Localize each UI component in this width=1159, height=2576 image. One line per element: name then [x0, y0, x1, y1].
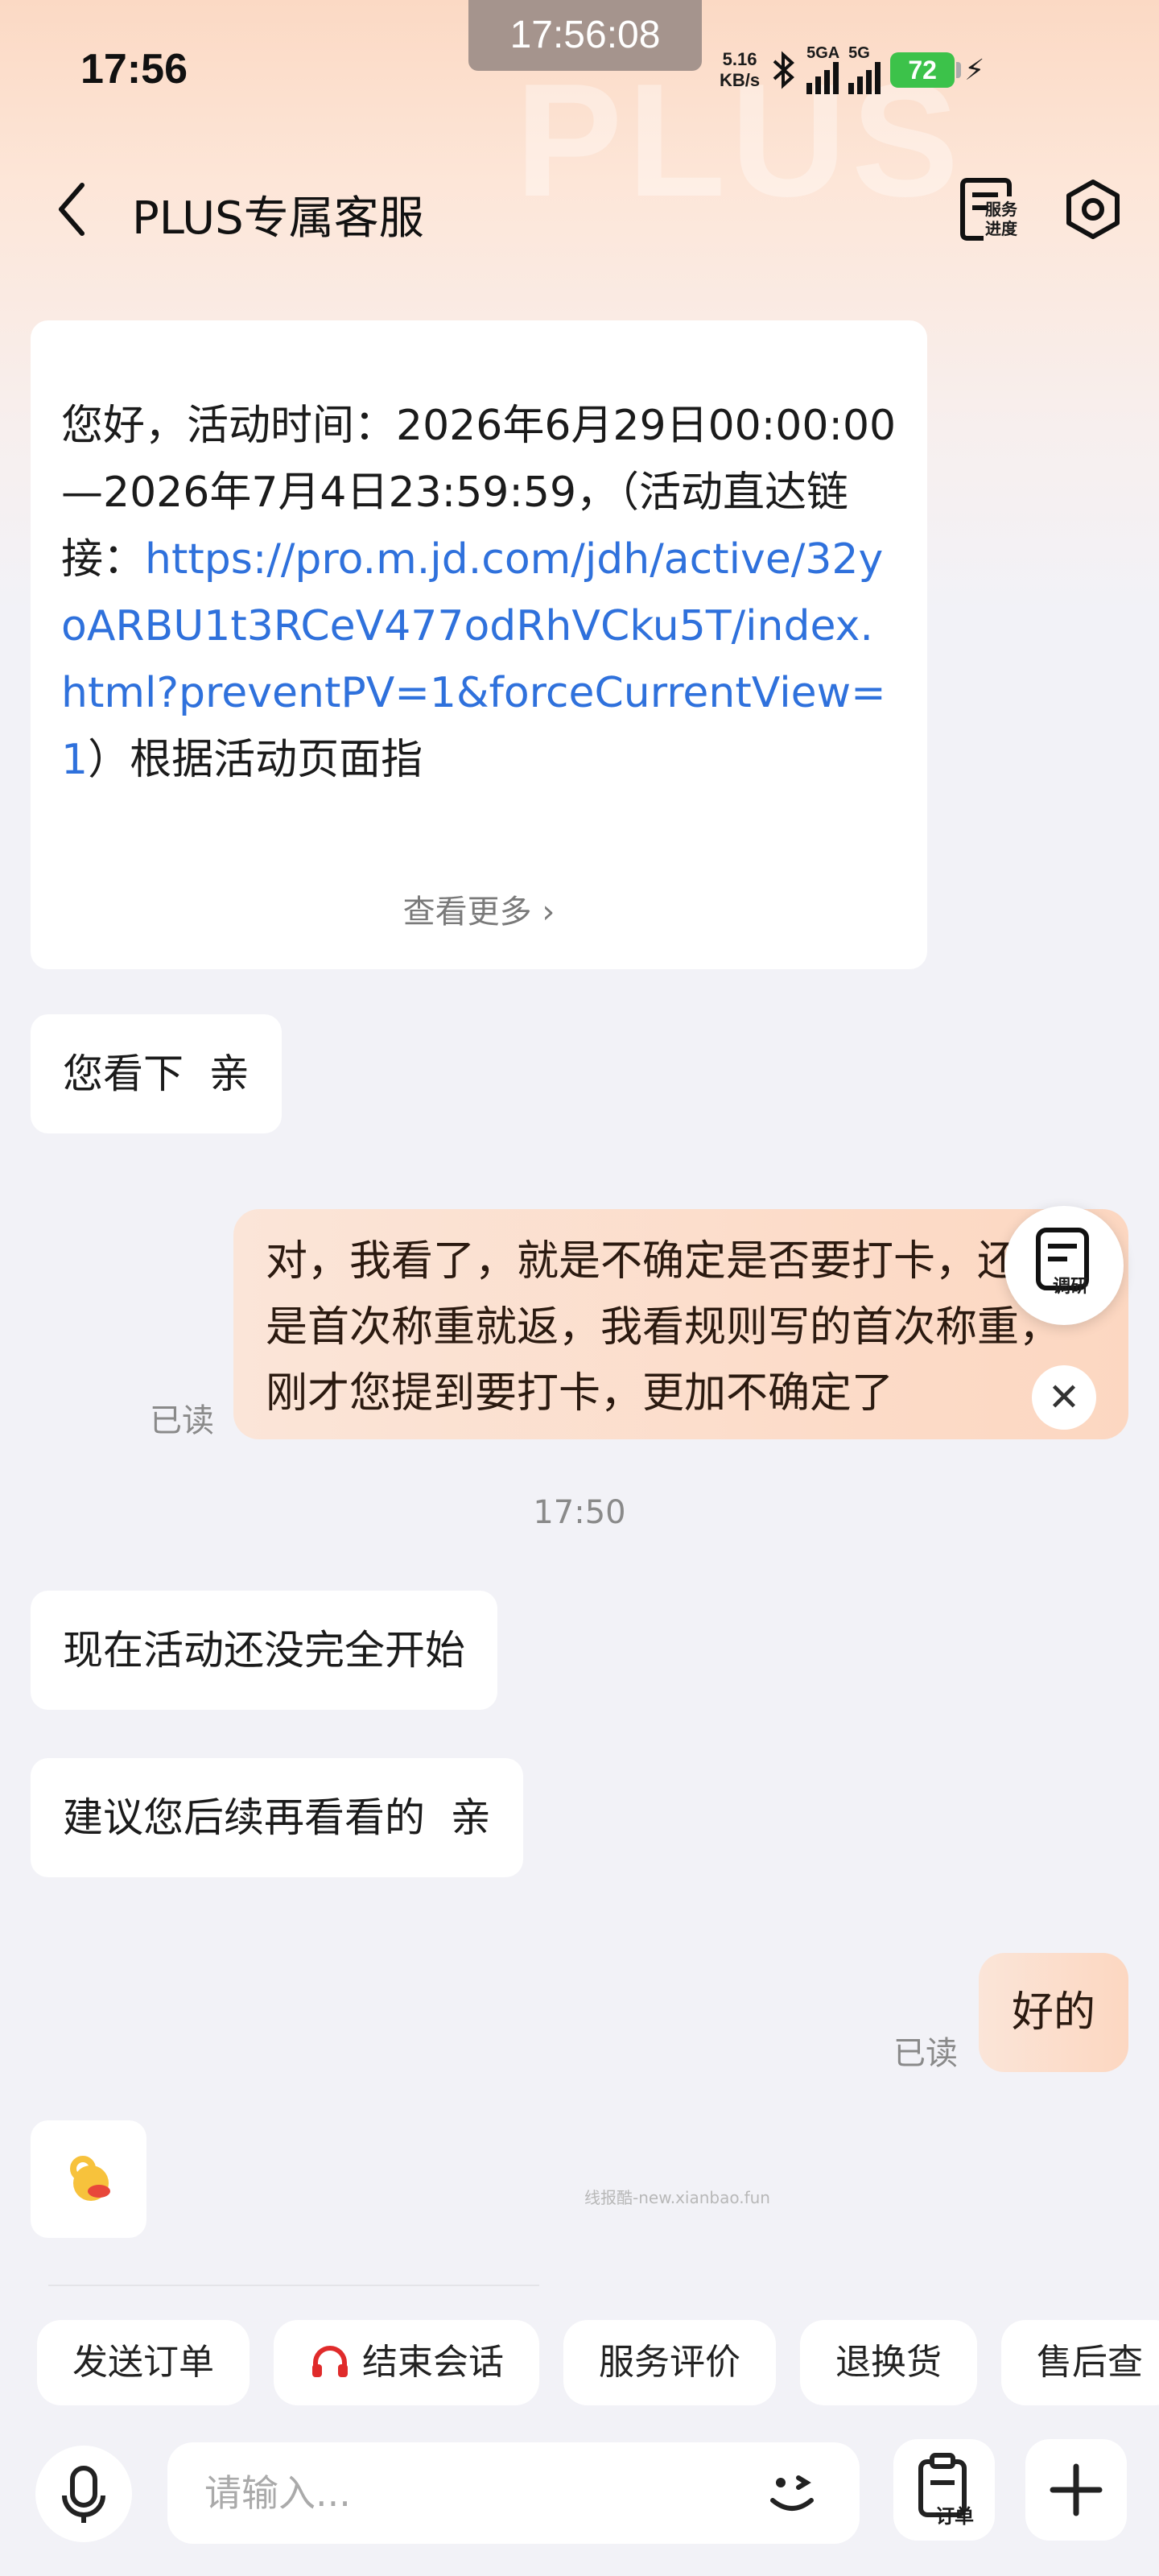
charging-icon: ⚡ [964, 53, 985, 87]
plus-icon [1050, 2463, 1103, 2516]
after-sales-chip[interactable]: 售后查 [1001, 2320, 1159, 2405]
headset-icon [312, 2346, 348, 2377]
quick-action-bar: 发送订单 结束会话 服务评价 退换货 售后查 [37, 2320, 1159, 2405]
survey-label: 调研 [1053, 1277, 1089, 1297]
message-input-box [167, 2442, 860, 2544]
service-rating-chip[interactable]: 服务评价 [563, 2320, 776, 2405]
incoming-message: 现在活动还没完全开始 [31, 1591, 497, 1710]
emoji-icon[interactable] [760, 2460, 824, 2524]
survey-button[interactable]: 调研 [1004, 1206, 1124, 1325]
divider [48, 2285, 539, 2286]
chip-label: 退换货 [835, 2342, 942, 2383]
chip-label: 服务评价 [599, 2342, 740, 2383]
return-exchange-chip[interactable]: 退换货 [800, 2320, 977, 2405]
time-separator: 17:50 [533, 1494, 626, 1531]
microphone-icon [62, 2466, 105, 2523]
message-text: 您看下 亲 [63, 1051, 250, 1097]
incoming-message: 建议您后续再看看的 亲 [31, 1758, 523, 1877]
read-receipt: 已读 [893, 2035, 958, 2072]
end-session-chip[interactable]: 结束会话 [274, 2320, 539, 2405]
settings-hexagon-icon[interactable] [1061, 177, 1125, 242]
outgoing-message: 对，我看了，就是不确定是否要打卡，还只是首次称重就返，我看规则写的首次称重，刚才… [233, 1209, 1128, 1439]
service-progress-label-line2: 进度 [985, 219, 1017, 238]
message-text: 对，我看了，就是不确定是否要打卡，还只是首次称重就返，我看规则写的首次称重，刚才… [266, 1237, 1062, 1418]
chevron-right-icon: › [542, 894, 555, 931]
see-more-wrap: 查看更多 › [31, 0, 927, 966]
see-more-button[interactable]: 查看更多 › [31, 886, 927, 932]
chip-label: 售后查 [1037, 2342, 1143, 2383]
service-progress-label: 服务 进度 [985, 200, 1017, 238]
close-icon: ✕ [1047, 1375, 1081, 1420]
order-label: 订单 [935, 2505, 974, 2528]
watermark-text: 线报酷-new.xianbao.fun [584, 2188, 770, 2207]
send-order-chip[interactable]: 发送订单 [37, 2320, 250, 2405]
service-progress-button[interactable]: 服务 进度 [956, 175, 1029, 243]
chip-label: 结束会话 [362, 2342, 504, 2383]
message-input[interactable] [204, 2442, 752, 2544]
service-progress-label-line1: 服务 [985, 200, 1017, 219]
read-receipt: 已读 [150, 1402, 214, 1439]
incoming-message: 您看下 亲 [31, 1014, 282, 1133]
message-text: 现在活动还没完全开始 [63, 1627, 465, 1674]
incoming-emoji-message [31, 2120, 146, 2238]
ok-hand-emoji-icon [70, 2156, 110, 2201]
order-button[interactable]: 订单 [893, 2439, 995, 2541]
chip-label: 发送订单 [72, 2342, 214, 2383]
more-actions-button[interactable] [1025, 2439, 1127, 2541]
outgoing-message: 好的 [979, 1953, 1128, 2072]
see-more-label: 查看更多 [402, 894, 532, 931]
message-text: 建议您后续再看看的 亲 [63, 1794, 491, 1841]
close-survey-button[interactable]: ✕ [1032, 1365, 1096, 1430]
voice-input-button[interactable] [35, 2446, 132, 2542]
survey-form-icon [1036, 1228, 1089, 1290]
message-text: 好的 [1011, 1988, 1095, 2037]
